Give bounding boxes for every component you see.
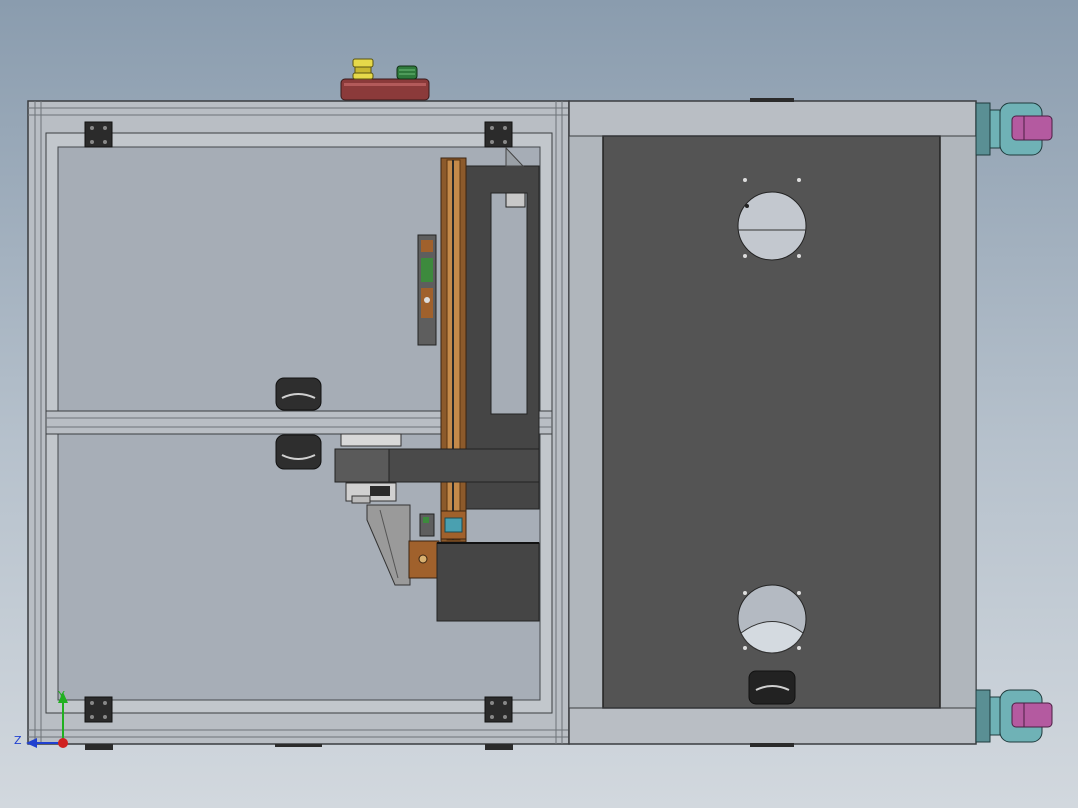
hinge: [484, 121, 513, 148]
y-axis-label: Y: [57, 689, 65, 702]
assembly-top-view: Y Z: [14, 58, 1053, 750]
handle[interactable]: [275, 434, 322, 470]
handle[interactable]: [275, 377, 322, 411]
control-box: [340, 58, 430, 101]
x-axis-origin: [58, 738, 68, 748]
caster-wheel: [975, 102, 1053, 156]
z-axis-label: Z: [14, 734, 22, 747]
start-button[interactable]: [396, 65, 418, 80]
handle[interactable]: [748, 670, 796, 705]
cad-viewport[interactable]: Y Z: [0, 0, 1078, 808]
slide-carriage: [417, 234, 437, 346]
frame-foot: [85, 744, 113, 750]
guide-rail: [440, 157, 467, 543]
hinge: [84, 121, 113, 148]
base-block: [436, 542, 540, 622]
hinge: [84, 696, 113, 723]
frame-foot: [485, 744, 513, 750]
hinge: [484, 696, 513, 723]
caster-wheel: [975, 689, 1053, 743]
cutout-hole: [737, 584, 807, 654]
frame-foot: [275, 744, 322, 747]
emergency-stop-button[interactable]: [352, 58, 374, 80]
